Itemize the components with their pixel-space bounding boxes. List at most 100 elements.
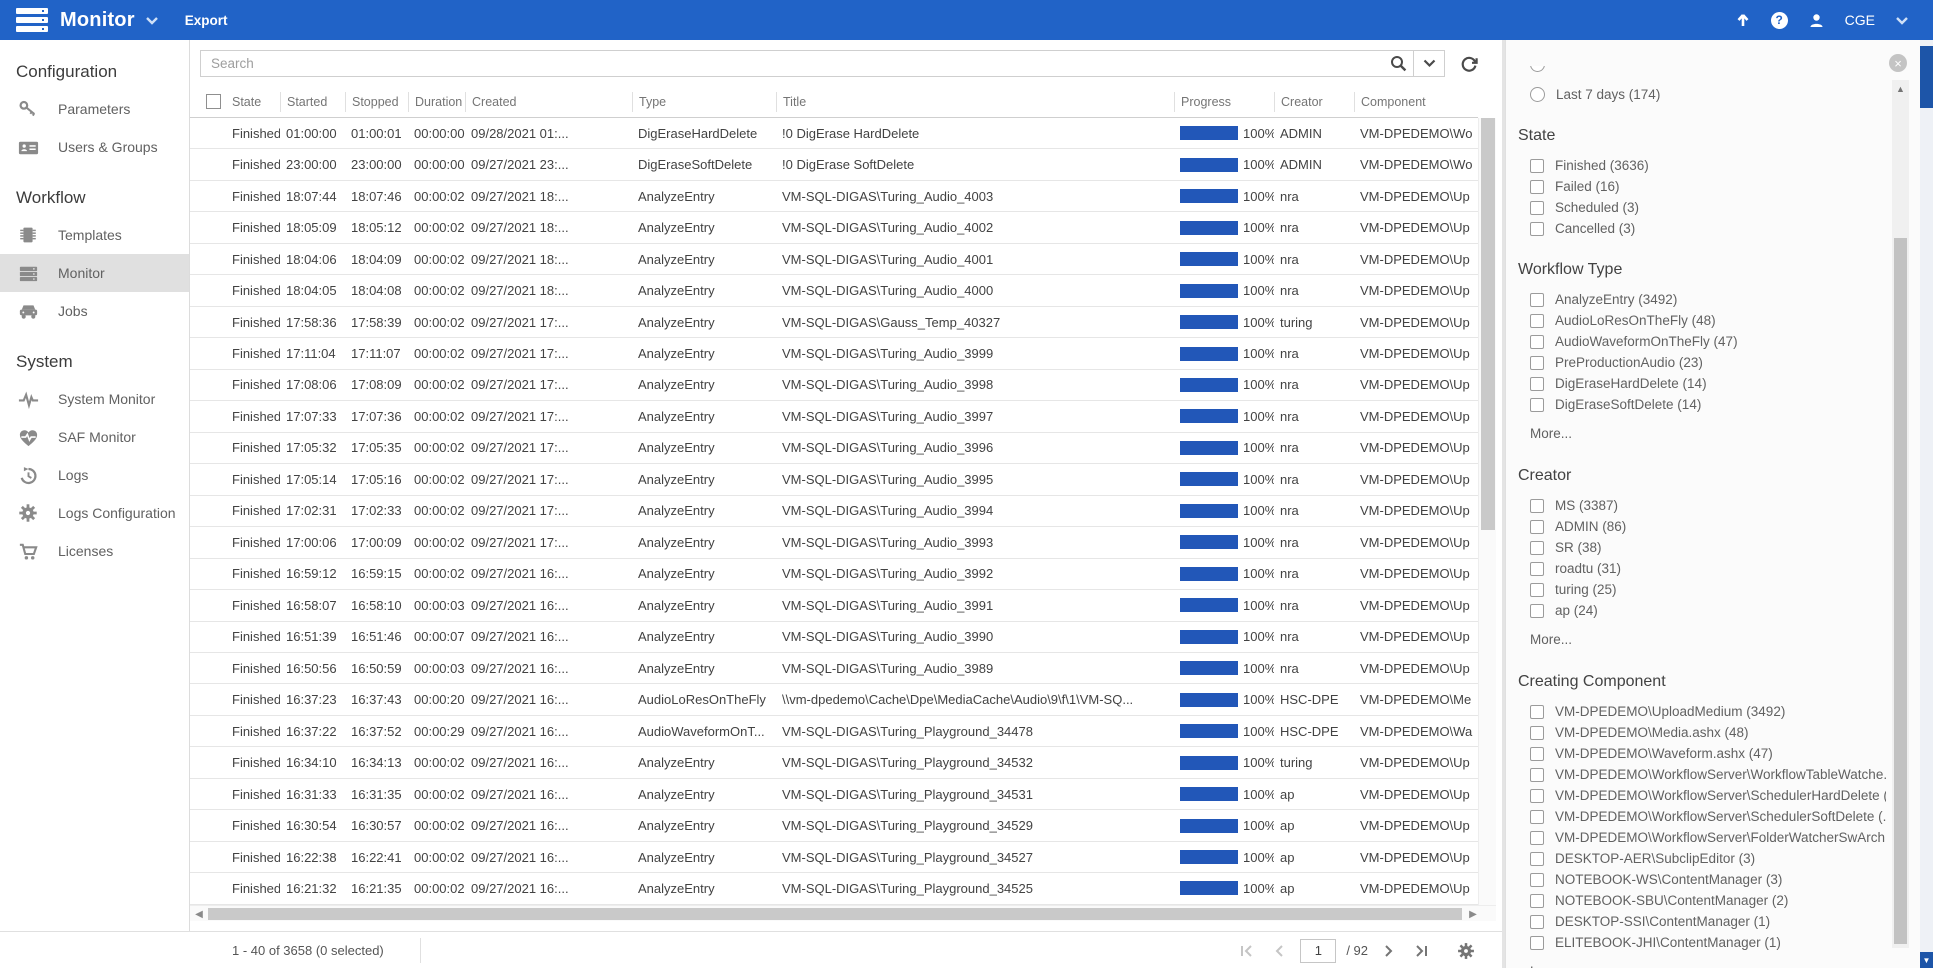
sidebar-item-jobs[interactable]: Jobs (0, 292, 189, 330)
sidebar-item-parameters[interactable]: Parameters (0, 90, 189, 128)
filter-radio-last-7-days[interactable]: Last 7 days (174) (1530, 84, 1886, 105)
filter-checkbox-option[interactable]: ELITEBOOK-JHI\ContentManager (1) (1530, 932, 1886, 953)
column-header-title[interactable]: Title (776, 92, 1174, 112)
table-row[interactable]: Finished 16:31:33 16:31:35 00:00:02 09/2… (190, 779, 1478, 810)
column-header-progress[interactable]: Progress (1174, 92, 1274, 112)
table-vertical-scrollbar[interactable] (1478, 118, 1496, 905)
table-row[interactable]: Finished 16:50:56 16:50:59 00:00:03 09/2… (190, 653, 1478, 684)
filter-checkbox-option[interactable]: MS (3387) (1530, 495, 1886, 516)
search-options-chevron-down-icon[interactable] (1414, 50, 1444, 77)
filter-checkbox-option[interactable]: turing (25) (1530, 579, 1886, 600)
column-header-stopped[interactable]: Stopped (345, 92, 408, 112)
page-scrollbar[interactable]: ▼ (1920, 40, 1933, 968)
horizontal-scrollbar-thumb[interactable] (208, 908, 1462, 920)
sidebar-item-system-monitor[interactable]: System Monitor (0, 380, 189, 418)
filter-checkbox-option[interactable]: Finished (3636) (1530, 155, 1886, 176)
table-row[interactable]: Finished 18:04:05 18:04:08 00:00:02 09/2… (190, 275, 1478, 306)
filter-checkbox-option[interactable]: VM-DPEDEMO\WorkflowServer\SchedulerSoftD… (1530, 806, 1886, 827)
filter-checkbox-option[interactable]: ap (24) (1530, 600, 1886, 621)
sidebar-item-licenses[interactable]: Licenses (0, 532, 189, 570)
column-header-duration[interactable]: Duration (408, 92, 465, 112)
filter-checkbox-option[interactable]: AudioWaveformOnTheFly (47) (1530, 331, 1886, 352)
filter-checkbox-option[interactable]: VM-DPEDEMO\Waveform.ashx (47) (1530, 743, 1886, 764)
sidebar-item-logs[interactable]: Logs (0, 456, 189, 494)
table-row[interactable]: Finished 23:00:00 23:00:00 00:00:00 09/2… (190, 149, 1478, 180)
refresh-icon[interactable] (1455, 50, 1483, 77)
filter-checkbox-option[interactable]: AnalyzeEntry (3492) (1530, 289, 1886, 310)
table-row[interactable]: Finished 18:05:09 18:05:12 00:00:02 09/2… (190, 212, 1478, 243)
filter-checkbox-option[interactable]: VM-DPEDEMO\WorkflowServer\WorkflowTableW… (1530, 764, 1886, 785)
filter-checkbox-option[interactable]: Scheduled (3) (1530, 197, 1886, 218)
table-row[interactable]: Finished 17:07:33 17:07:36 00:00:02 09/2… (190, 401, 1478, 432)
sidebar-item-templates[interactable]: Templates (0, 216, 189, 254)
filter-checkbox-option[interactable]: VM-DPEDEMO\Media.ashx (48) (1530, 722, 1886, 743)
scroll-right-arrow-icon[interactable]: ▶ (1466, 908, 1480, 920)
first-page-button[interactable] (1236, 940, 1258, 962)
table-settings-gear-icon[interactable] (1454, 939, 1478, 963)
user-icon[interactable] (1808, 12, 1825, 29)
page-number-input[interactable] (1300, 939, 1336, 963)
table-row[interactable]: Finished 17:11:04 17:11:07 00:00:02 09/2… (190, 338, 1478, 369)
table-row[interactable]: Finished 17:00:06 17:00:09 00:00:02 09/2… (190, 527, 1478, 558)
table-row[interactable]: Finished 17:08:06 17:08:09 00:00:02 09/2… (190, 370, 1478, 401)
filter-checkbox-option[interactable]: VM-DPEDEMO\UploadMedium (3492) (1530, 701, 1886, 722)
table-row[interactable]: Finished 16:59:12 16:59:15 00:00:02 09/2… (190, 559, 1478, 590)
previous-page-button[interactable] (1268, 940, 1290, 962)
column-header-creator[interactable]: Creator (1274, 92, 1354, 112)
select-all-checkbox[interactable] (206, 94, 221, 109)
table-row[interactable]: Finished 17:05:32 17:05:35 00:00:02 09/2… (190, 433, 1478, 464)
filter-checkbox-option[interactable]: NOTEBOOK-SBU\ContentManager (2) (1530, 890, 1886, 911)
filter-checkbox-option[interactable]: roadtu (31) (1530, 558, 1886, 579)
table-row[interactable]: Finished 16:34:10 16:34:13 00:00:02 09/2… (190, 747, 1478, 778)
sidebar-item-saf-monitor[interactable]: SAF Monitor (0, 418, 189, 456)
filter-checkbox-option[interactable]: SR (38) (1530, 537, 1886, 558)
filter-checkbox-option[interactable]: AudioLoResOnTheFly (48) (1530, 310, 1886, 331)
table-row[interactable]: Finished 17:58:36 17:58:39 00:00:02 09/2… (190, 307, 1478, 338)
column-header-created[interactable]: Created (465, 92, 632, 112)
creator-more-link[interactable]: More... (1530, 627, 1886, 651)
filter-checkbox-option[interactable]: DigEraseSoftDelete (14) (1530, 394, 1886, 415)
search-icon[interactable] (1383, 50, 1413, 77)
upload-arrow-icon[interactable] (1735, 12, 1751, 28)
help-icon[interactable]: ? (1771, 12, 1788, 29)
sidebar-item-logs-configuration[interactable]: Logs Configuration (0, 494, 189, 532)
scroll-left-arrow-icon[interactable]: ◀ (192, 908, 206, 920)
scroll-up-arrow-icon[interactable]: ▲ (1892, 82, 1909, 96)
vertical-scrollbar-thumb[interactable] (1481, 118, 1495, 530)
page-scrollbar-thumb[interactable] (1920, 46, 1933, 108)
table-row[interactable]: Finished 17:02:31 17:02:33 00:00:02 09/2… (190, 496, 1478, 527)
filter-checkbox-option[interactable]: VM-DPEDEMO\WorkflowServer\FolderWatcherS… (1530, 827, 1886, 848)
app-switcher-chevron-down-icon[interactable] (145, 16, 159, 25)
filter-checkbox-option[interactable]: Failed (16) (1530, 176, 1886, 197)
filter-panel-scrollbar[interactable]: ▲ (1892, 80, 1909, 948)
table-row[interactable]: Finished 16:30:54 16:30:57 00:00:02 09/2… (190, 810, 1478, 841)
page-scroll-down-arrow-icon[interactable]: ▼ (1920, 952, 1933, 968)
filter-checkbox-option[interactable]: NOTEBOOK-WS\ContentManager (3) (1530, 869, 1886, 890)
filter-checkbox-option[interactable]: Cancelled (3) (1530, 218, 1886, 239)
user-menu-chevron-down-icon[interactable] (1895, 16, 1909, 25)
sidebar-item-monitor[interactable]: Monitor (0, 254, 189, 292)
filter-checkbox-option[interactable]: VM-DPEDEMO\WorkflowServer\SchedulerHardD… (1530, 785, 1886, 806)
close-filter-panel-icon[interactable]: × (1889, 54, 1907, 72)
table-row[interactable]: Finished 16:37:23 16:37:43 00:00:20 09/2… (190, 684, 1478, 715)
creating-component-less-link[interactable]: Less... (1530, 959, 1886, 968)
filter-checkbox-option[interactable]: DESKTOP-AER\SubclipEditor (3) (1530, 848, 1886, 869)
search-input[interactable] (201, 56, 1383, 71)
table-row[interactable]: Finished 17:05:14 17:05:16 00:00:02 09/2… (190, 464, 1478, 495)
username-label[interactable]: CGE (1845, 12, 1875, 28)
app-title[interactable]: Monitor (60, 9, 135, 32)
table-row[interactable]: Finished 16:37:22 16:37:52 00:00:29 09/2… (190, 716, 1478, 747)
table-row[interactable]: Finished 16:21:32 16:21:35 00:00:02 09/2… (190, 873, 1478, 904)
last-page-button[interactable] (1410, 940, 1432, 962)
sidebar-item-users-groups[interactable]: Users & Groups (0, 128, 189, 166)
filter-checkbox-option[interactable]: ADMIN (86) (1530, 516, 1886, 537)
column-header-started[interactable]: Started (280, 92, 345, 112)
table-horizontal-scrollbar[interactable]: ◀ ▶ (190, 905, 1496, 921)
table-row[interactable]: Finished 16:58:07 16:58:10 00:00:03 09/2… (190, 590, 1478, 621)
filter-checkbox-option[interactable]: DigEraseHardDelete (14) (1530, 373, 1886, 394)
table-row[interactable]: Finished 01:00:00 01:00:01 00:00:00 09/2… (190, 118, 1478, 149)
table-row[interactable]: Finished 18:07:44 18:07:46 00:00:02 09/2… (190, 181, 1478, 212)
column-header-state[interactable]: State (226, 92, 280, 112)
next-page-button[interactable] (1378, 940, 1400, 962)
filter-scrollbar-thumb[interactable] (1894, 238, 1907, 944)
